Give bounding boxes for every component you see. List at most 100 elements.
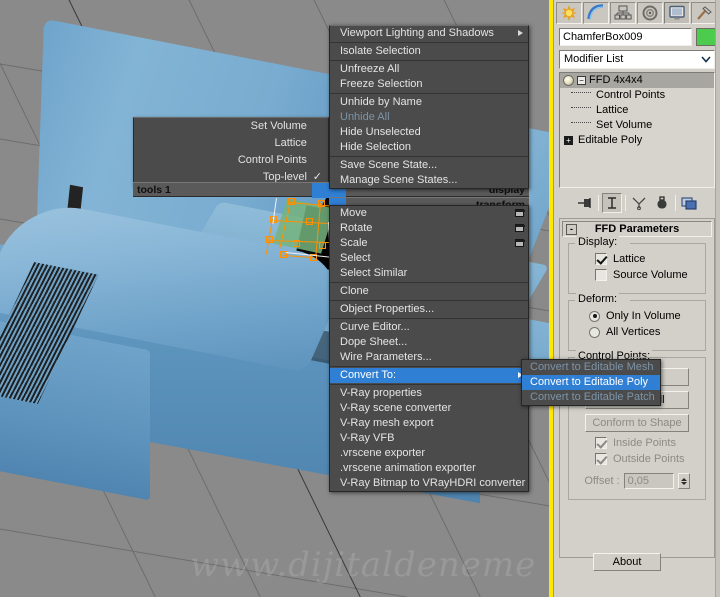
- inside-points-checkbox[interactable]: [595, 437, 607, 449]
- context-menu-transform[interactable]: Move Rotate Scale Select Select Similar …: [329, 205, 529, 492]
- submenu-item-label: Convert to Editable Poly: [530, 376, 649, 388]
- menu-item-wire-parameters[interactable]: Wire Parameters...: [330, 350, 528, 365]
- rollout-header[interactable]: - FFD Parameters: [562, 221, 712, 237]
- display-tab[interactable]: [664, 2, 690, 24]
- menu-item-object-properties[interactable]: Object Properties...: [330, 302, 528, 317]
- menu-item-vray-vfb[interactable]: V-Ray VFB: [330, 431, 528, 446]
- collapse-icon[interactable]: −: [577, 76, 586, 85]
- menu-item-vray-scene-converter[interactable]: V-Ray scene converter: [330, 401, 528, 416]
- menu-item-label: Object Properties...: [340, 303, 435, 315]
- source-volume-checkbox[interactable]: [595, 269, 607, 281]
- menu-separator: [330, 318, 528, 319]
- expand-icon[interactable]: +: [564, 136, 573, 145]
- pin-stack-icon[interactable]: [575, 193, 595, 213]
- hierarchy-tab[interactable]: [610, 2, 636, 24]
- stack-subitem-lattice[interactable]: Lattice: [560, 103, 714, 118]
- quad-item-control-points[interactable]: Control Points: [134, 152, 328, 169]
- convert-to-submenu[interactable]: Convert to Editable Mesh Convert to Edit…: [521, 359, 661, 406]
- submenu-item-editable-poly[interactable]: Convert to Editable Poly: [522, 375, 660, 390]
- lattice-checkbox[interactable]: [595, 253, 607, 265]
- object-name-field[interactable]: ChamferBox009: [559, 28, 692, 46]
- menu-item-hide-selection[interactable]: Hide Selection: [330, 140, 528, 155]
- hammer-icon: [697, 6, 712, 20]
- quad-item-lattice[interactable]: Lattice: [134, 135, 328, 152]
- configure-sets-icon[interactable]: [679, 193, 699, 213]
- menu-item-unhide-all[interactable]: Unhide All: [330, 110, 528, 125]
- radio-row-only-in-volume[interactable]: Only In Volume: [589, 310, 697, 322]
- menu-item-move[interactable]: Move: [330, 206, 528, 221]
- menu-item-convert-to[interactable]: Convert To:: [330, 368, 528, 383]
- offset-spinner[interactable]: [677, 473, 690, 489]
- menu-item-unhide-by-name[interactable]: Unhide by Name: [330, 95, 528, 110]
- stack-subitem-set-volume[interactable]: Set Volume: [560, 118, 714, 133]
- hierarchy-icon: [614, 5, 632, 20]
- menu-item-vray-bitmap-converter[interactable]: V-Ray Bitmap to VRayHDRI converter: [330, 476, 528, 491]
- menu-item-label: Viewport Lighting and Shadows: [340, 27, 494, 39]
- menu-item-unfreeze-all[interactable]: Unfreeze All: [330, 62, 528, 77]
- menu-item-curve-editor[interactable]: Curve Editor...: [330, 320, 528, 335]
- show-end-result-icon[interactable]: [602, 193, 622, 213]
- settings-dialog-icon[interactable]: [515, 224, 525, 232]
- quad-menu-tools1[interactable]: Set Volume Lattice Control Points Top-le…: [133, 117, 329, 187]
- outside-points-checkbox[interactable]: [595, 453, 607, 465]
- settings-dialog-icon[interactable]: [515, 239, 525, 247]
- menu-item-label: V-Ray scene converter: [340, 402, 452, 414]
- menu-item-vray-properties[interactable]: V-Ray properties: [330, 386, 528, 401]
- checkbox-row-lattice[interactable]: Lattice: [595, 253, 697, 265]
- checkbox-row-inside-points[interactable]: Inside Points: [595, 437, 697, 449]
- quad-title-tools1[interactable]: tools 1: [133, 182, 329, 198]
- collapse-rollout-icon[interactable]: -: [566, 224, 577, 235]
- stack-item-editable-poly[interactable]: + Editable Poly: [560, 133, 714, 148]
- menu-item-label: Unhide by Name: [340, 96, 422, 108]
- chevron-down-icon[interactable]: [698, 51, 714, 68]
- menu-item-select-similar[interactable]: Select Similar: [330, 266, 528, 281]
- menu-item-vrscene-animation-exporter[interactable]: .vrscene animation exporter: [330, 461, 528, 476]
- submenu-item-editable-patch[interactable]: Convert to Editable Patch: [522, 390, 660, 405]
- menu-item-dope-sheet[interactable]: Dope Sheet...: [330, 335, 528, 350]
- menu-item-isolate-selection[interactable]: Isolate Selection: [330, 44, 528, 59]
- create-tab[interactable]: [556, 2, 582, 24]
- modifier-stack[interactable]: − FFD 4x4x4 Control Points Lattice Set V…: [559, 72, 715, 188]
- menu-item-vrscene-exporter[interactable]: .vrscene exporter: [330, 446, 528, 461]
- menu-item-rotate[interactable]: Rotate: [330, 221, 528, 236]
- stack-item-ffd[interactable]: − FFD 4x4x4: [560, 73, 714, 88]
- only-in-volume-radio[interactable]: [589, 310, 600, 322]
- all-vertices-radio[interactable]: [589, 326, 600, 338]
- quad-title-label: tools 1: [137, 184, 171, 196]
- checkbox-row-source-volume[interactable]: Source Volume: [595, 269, 697, 281]
- command-panel-scrollbar[interactable]: [715, 0, 720, 597]
- modifier-stack-toolbar: [559, 191, 715, 215]
- motion-tab[interactable]: [637, 2, 663, 24]
- remove-modifier-icon[interactable]: [652, 193, 672, 213]
- menu-item-freeze-selection[interactable]: Freeze Selection: [330, 77, 528, 92]
- conform-to-shape-button[interactable]: Conform to Shape: [585, 414, 689, 432]
- stack-subitem-control-points[interactable]: Control Points: [560, 88, 714, 103]
- submenu-item-editable-mesh[interactable]: Convert to Editable Mesh: [522, 360, 660, 375]
- modify-tab[interactable]: [583, 2, 609, 24]
- menu-item-clone[interactable]: Clone: [330, 284, 528, 299]
- context-menu-display[interactable]: Viewport Lighting and Shadows Isolate Se…: [329, 25, 529, 189]
- menu-item-label: V-Ray VFB: [340, 432, 395, 444]
- settings-dialog-icon[interactable]: [515, 209, 525, 217]
- light-bulb-icon[interactable]: [563, 75, 574, 86]
- menu-item-select[interactable]: Select: [330, 251, 528, 266]
- checkbox-row-outside-points[interactable]: Outside Points: [595, 453, 697, 465]
- quad-item-set-volume[interactable]: Set Volume: [134, 118, 328, 135]
- menu-item-viewport-lighting[interactable]: Viewport Lighting and Shadows: [330, 26, 528, 41]
- object-color-swatch[interactable]: [696, 28, 716, 46]
- ffd-control-point[interactable]: [319, 242, 326, 249]
- utilities-tab[interactable]: [691, 2, 717, 24]
- make-unique-icon[interactable]: [629, 193, 649, 213]
- modifier-list-dropdown[interactable]: Modifier List: [559, 50, 715, 69]
- offset-field[interactable]: 0,05: [623, 473, 674, 489]
- menu-item-scale[interactable]: Scale: [330, 236, 528, 251]
- stack-item-label: Lattice: [596, 104, 629, 116]
- menu-item-save-scene-state[interactable]: Save Scene State...: [330, 158, 528, 173]
- deform-group: Deform: Only In Volume All Vertices: [568, 293, 706, 351]
- menu-item-hide-unselected[interactable]: Hide Unselected: [330, 125, 528, 140]
- radio-row-all-vertices[interactable]: All Vertices: [589, 326, 697, 338]
- menu-item-vray-mesh-export[interactable]: V-Ray mesh export: [330, 416, 528, 431]
- menu-item-label: Save Scene State...: [340, 159, 438, 171]
- menu-item-manage-scene-states[interactable]: Manage Scene States...: [330, 173, 528, 188]
- about-button[interactable]: About: [593, 553, 661, 571]
